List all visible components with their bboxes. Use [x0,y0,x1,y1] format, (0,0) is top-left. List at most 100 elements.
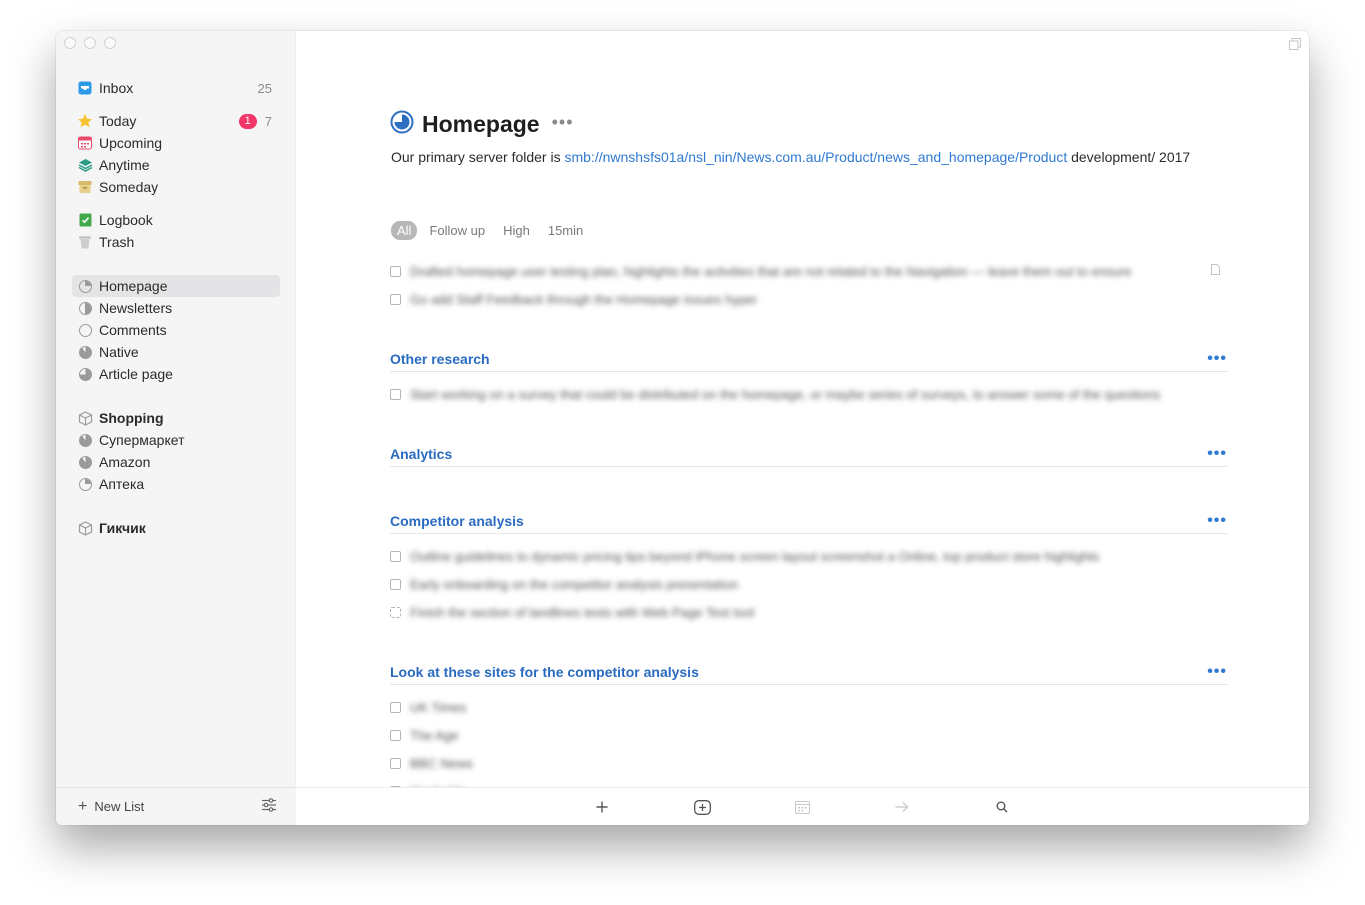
area-cube-icon [77,520,93,536]
main-content: Homepage ••• Our primary server folder i… [296,31,1309,825]
sidebar-item-label: Upcoming [99,135,163,151]
sidebar-area-geek[interactable]: Гикчик [72,517,280,539]
project-progress-icon [390,110,414,139]
heading-more-button[interactable]: ••• [1207,663,1227,681]
sidebar-item-trash[interactable]: Trash [72,231,280,253]
project-more-button[interactable]: ••• [552,112,574,133]
settings-sliders-icon[interactable] [262,798,276,815]
project-progress-icon [77,476,93,492]
calendar-when-icon[interactable] [793,798,811,816]
project-header: Homepage ••• [390,110,574,139]
tag-filter-high[interactable]: High [497,221,536,240]
area-cube-icon [77,410,93,426]
todo-item[interactable]: Finish the section of landlines tests wi… [390,602,1220,622]
project-progress-icon [77,454,93,470]
todo-item[interactable]: Drafted homepage user testing plan, high… [390,261,1220,281]
heading-more-button[interactable]: ••• [1207,512,1227,530]
project-progress-icon [77,322,93,338]
sidebar-item-inbox[interactable]: Inbox 25 [72,77,280,99]
todo-checkbox[interactable] [390,701,401,713]
sidebar-item-someday[interactable]: Someday [72,176,280,198]
sidebar-item-label: Homepage [99,278,168,294]
todo-item[interactable]: Early onboarding on the competitor analy… [390,574,1220,594]
today-count: 7 [264,113,272,129]
today-counts: 1 7 [238,113,272,129]
sidebar-item-label: Newsletters [99,300,173,316]
todo-checkbox-someday[interactable] [390,606,401,618]
bottom-toolbar [296,787,1309,825]
new-list-button[interactable]: + New List [78,798,144,816]
sidebar-item-article-page[interactable]: Article page [72,363,280,385]
new-todo-button[interactable] [593,798,611,816]
todo-title: Early onboarding on the competitor analy… [410,576,739,592]
sidebar-item-amazon[interactable]: Amazon [72,451,280,473]
sidebar-item-upcoming[interactable]: Upcoming [72,132,280,154]
tag-filter-follow-up[interactable]: Follow up [423,221,491,240]
todo-checkbox[interactable] [390,757,401,769]
inbox-count: 25 [257,80,272,96]
sidebar-item-label: Аптека [99,476,145,492]
sidebar-item-anytime[interactable]: Anytime [72,154,280,176]
sidebar-item-logbook[interactable]: Logbook [72,209,280,231]
new-list-label: New List [94,799,145,814]
close-button[interactable] [64,37,76,49]
project-notes[interactable]: Our primary server folder is smb://nwnsh… [391,148,1201,166]
sidebar-item-native[interactable]: Native [72,341,280,363]
tag-filter-bar: All Follow up High 15min [391,221,589,240]
todo-checkbox[interactable] [390,265,401,277]
todo-item[interactable]: Outline guidelines to dynamic pricing ti… [390,546,1220,566]
sidebar-item-today[interactable]: Today 1 7 [72,110,280,132]
tag-filter-15min[interactable]: 15min [542,221,589,240]
todo-item[interactable]: UK Times [390,697,1220,717]
project-progress-icon [77,344,93,360]
sidebar-item-supermarket[interactable]: Супермаркет [72,429,280,451]
sidebar-item-label: Today [99,113,137,129]
todo-item[interactable]: Go add Staff Feedback through the Homepa… [390,289,1220,309]
sidebar: Inbox 25 Today 1 7 Upcoming Anytime Some… [56,31,296,825]
zoom-button[interactable] [104,37,116,49]
todo-item[interactable]: The Age [390,725,1220,745]
heading-competitor-sites[interactable]: Look at these sites for the competitor a… [390,659,1227,685]
heading-more-button[interactable]: ••• [1207,445,1227,463]
todo-checkbox[interactable] [390,729,401,741]
due-badge: 1 [238,113,257,129]
tag-filter-all[interactable]: All [391,221,418,240]
trash-icon [77,234,93,250]
sidebar-item-comments[interactable]: Comments [72,319,280,341]
todo-checkbox[interactable] [390,578,401,590]
inbox-icon [77,80,93,96]
logbook-icon [77,212,93,228]
search-icon[interactable] [993,798,1011,816]
sidebar-item-label: Comments [99,322,167,338]
sidebar-item-label: Amazon [99,454,151,470]
plus-icon: + [78,797,88,815]
todo-title: The Age [410,727,459,743]
heading-competitor-analysis[interactable]: Competitor analysis ••• [390,508,1227,534]
server-folder-link[interactable]: smb://nwnshsfs01a/nsl_nin/News.com.au/Pr… [564,149,1067,165]
heading-title: Competitor analysis [390,512,524,529]
sidebar-item-newsletters[interactable]: Newsletters [72,297,280,319]
app-window: Inbox 25 Today 1 7 Upcoming Anytime Some… [56,31,1309,825]
sidebar-item-label: Native [99,344,139,360]
sidebar-item-pharmacy[interactable]: Аптека [72,473,280,495]
sidebar-area-shopping[interactable]: Shopping [72,407,280,429]
new-heading-button[interactable] [693,798,711,816]
todo-checkbox[interactable] [390,293,401,305]
window-controls [64,37,116,49]
todo-checkbox[interactable] [390,550,401,562]
sidebar-footer: + New List [56,787,296,825]
sidebar-item-homepage[interactable]: Homepage [72,275,280,297]
todo-item[interactable]: BBC News [390,753,1220,773]
fullscreen-icon[interactable] [1289,38,1301,50]
move-arrow-icon[interactable] [893,798,911,816]
project-progress-icon [77,366,93,382]
minimize-button[interactable] [84,37,96,49]
sidebar-item-label: Inbox [99,80,134,96]
todo-title: Finish the section of landlines tests wi… [410,604,755,620]
todo-checkbox[interactable] [390,388,401,400]
heading-more-button[interactable]: ••• [1207,350,1227,368]
sidebar-item-label: Гикчик [99,520,146,536]
heading-analytics[interactable]: Analytics ••• [390,441,1227,467]
todo-item[interactable]: Start working on a survey that could be … [390,384,1220,404]
heading-other-research[interactable]: Other research ••• [390,346,1227,372]
